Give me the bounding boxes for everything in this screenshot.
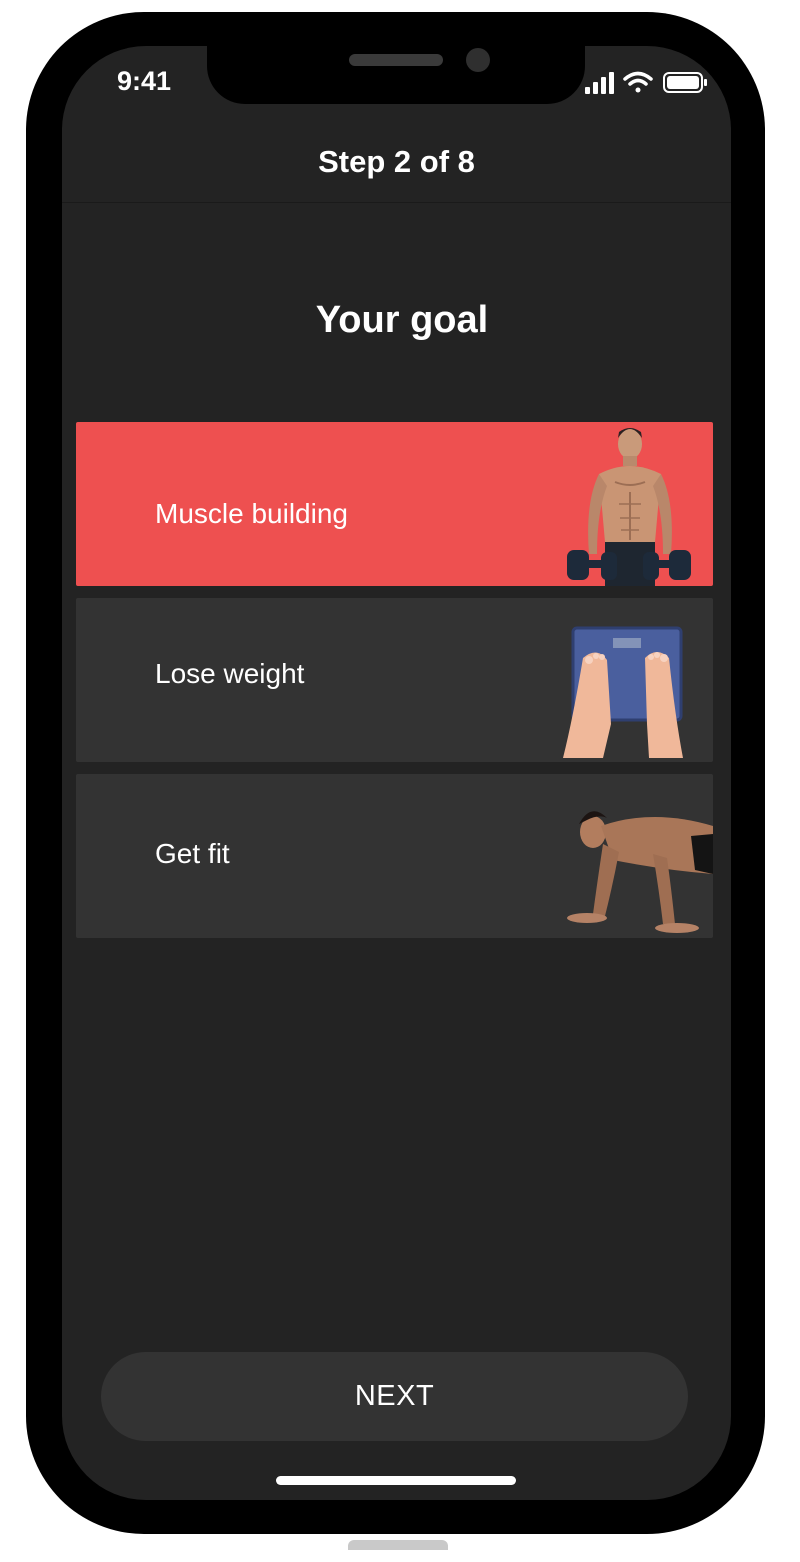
goal-option-label: Get fit	[155, 838, 230, 869]
man-doing-pushups-image	[567, 811, 713, 933]
cellular-signal-icon	[585, 72, 614, 94]
wifi-icon	[623, 71, 653, 93]
page-title: Your goal	[315, 299, 489, 341]
goal-option-get-fit[interactable]: Get fit	[76, 774, 713, 938]
home-indicator[interactable]	[276, 1476, 516, 1485]
goal-option-label: Lose weight	[155, 658, 305, 689]
bodybuilder-with-dumbbells-image	[567, 428, 691, 586]
battery-icon	[663, 72, 707, 93]
goal-option-lose-weight[interactable]: Lose weight	[76, 598, 713, 762]
phone-stand	[348, 1540, 448, 1550]
feet-on-scale-image	[563, 626, 683, 758]
goal-option-label: Muscle building	[155, 498, 348, 529]
speaker-grille	[349, 54, 443, 66]
front-camera	[466, 48, 490, 72]
step-indicator: Step 2 of 8	[318, 144, 475, 179]
status-time: 9:41	[117, 66, 172, 96]
device-notch	[207, 46, 585, 104]
status-icons	[585, 71, 707, 94]
goal-option-muscle-building[interactable]: Muscle building	[76, 422, 713, 586]
app-screen: Step 2 of 8 9:41 Your goal Muscle buildi…	[62, 46, 731, 1500]
next-button[interactable]: NEXT	[101, 1352, 688, 1441]
